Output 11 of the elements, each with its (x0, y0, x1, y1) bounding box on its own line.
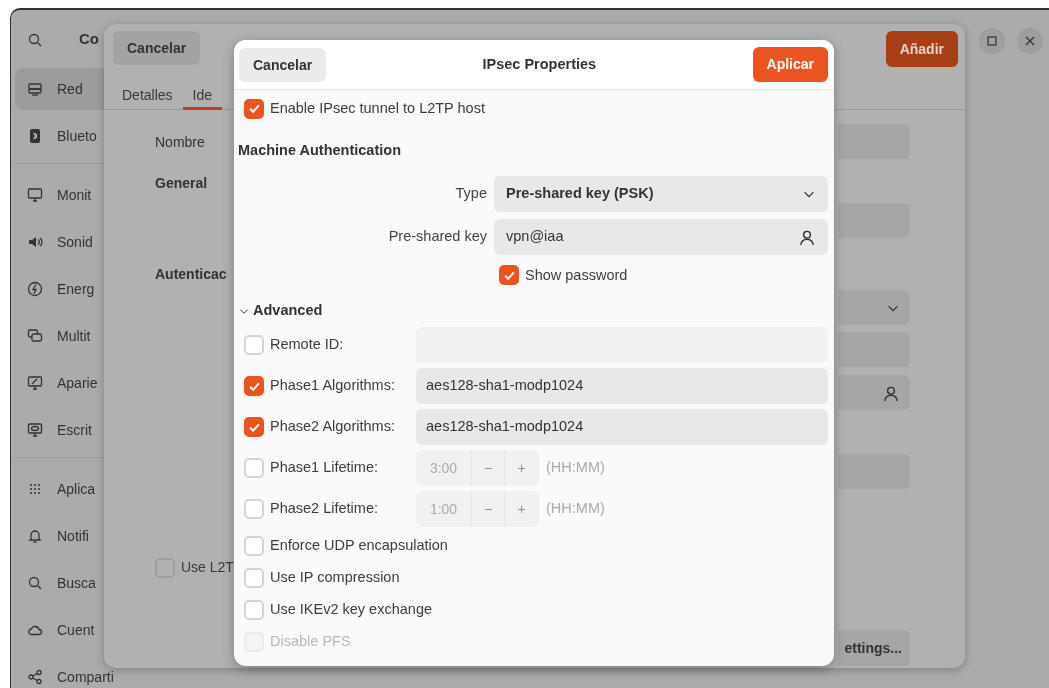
field-label: Nombre (155, 133, 205, 152)
section-heading: Autenticac (155, 265, 227, 284)
dialog-title: IPsec Properties (482, 54, 597, 74)
field-label: Pre-shared key (387, 226, 487, 246)
field-label: Type (454, 183, 487, 203)
sidebar-title: Co (79, 28, 99, 49)
checkbox: Disable PFS (244, 630, 351, 653)
section-heading: Machine Authentication (238, 140, 402, 160)
unit-label: (HH:MM) (546, 499, 605, 519)
section-heading: General (155, 174, 208, 193)
unit-label: (HH:MM) (546, 458, 605, 478)
